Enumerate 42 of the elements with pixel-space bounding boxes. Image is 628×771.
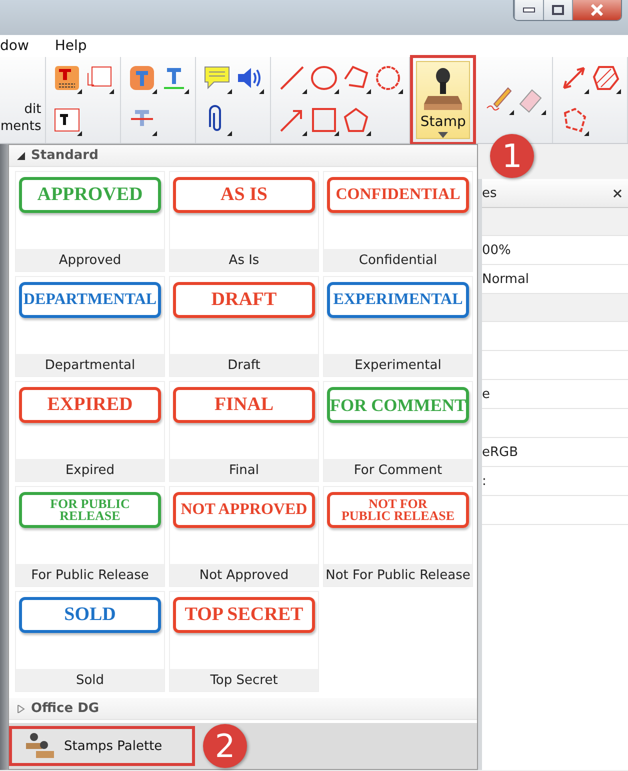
stamp-tile[interactable]: AS IS As Is — [169, 171, 319, 272]
stamp-preview: AS IS — [173, 177, 315, 213]
group-header[interactable]: Office DG — [9, 698, 477, 720]
stamp-tile[interactable]: DEPARTMENTAL Departmental — [15, 276, 165, 377]
property-value: : — [482, 474, 486, 488]
stamp-preview: SOLD — [19, 597, 161, 633]
stamp-tile[interactable]: FINAL Final — [169, 381, 319, 482]
stamp-preview: DRAFT — [173, 282, 315, 318]
panel-title: es — [482, 186, 497, 200]
property-value: Normal — [482, 272, 530, 286]
stamp-tile[interactable]: EXPERIMENTAL Experimental — [323, 276, 473, 377]
menu-item[interactable]: Help — [54, 38, 87, 54]
stamp-tile[interactable]: CONFIDENTIAL Confidential — [323, 171, 473, 272]
stamp-tile[interactable]: EXPIRED Expired — [15, 381, 165, 482]
property-value: e — [482, 386, 490, 402]
edit-button[interactable]: dit ments — [0, 57, 46, 143]
stamps-palette-button[interactable]: Stamps Palette — [9, 726, 195, 766]
callout-badge: 1 — [490, 134, 534, 178]
stamp-preview: NOT APPROVED — [173, 492, 315, 528]
stamp-preview: CONFIDENTIAL — [327, 177, 469, 213]
stamp-preview: EXPERIMENTAL — [327, 282, 469, 318]
stamp-tile[interactable]: TOP SECRET Top Secret — [169, 591, 319, 692]
stamp-preview: FINAL — [173, 387, 315, 423]
stamp-preview: FOR PUBLIC RELEASE — [19, 492, 161, 528]
property-value: 00% — [482, 242, 511, 258]
stamp-tile[interactable]: FOR COMMENT For Comment — [323, 381, 473, 482]
property-value: eRGB — [482, 444, 518, 460]
group-header[interactable]: Standard — [9, 145, 477, 167]
stamp-tile[interactable]: APPROVED Approved — [15, 171, 165, 272]
menu-item[interactable]: dow — [0, 38, 29, 54]
stamp-preview: TOP SECRET — [173, 597, 315, 633]
stamp-preview: DEPARTMENTAL — [19, 282, 161, 318]
stamp-preview: EXPIRED — [19, 387, 161, 423]
stamp-preview: FOR COMMENT — [327, 387, 469, 423]
stamp-tile[interactable]: NOT FOR PUBLIC RELEASE Not For Public Release — [323, 486, 473, 587]
stamp-tile[interactable]: FOR PUBLIC RELEASE For Public Release — [15, 486, 165, 587]
callout-badge: 2 — [203, 724, 247, 768]
stamp-tile[interactable]: DRAFT Draft — [169, 276, 319, 377]
stamp-tile[interactable]: SOLD Sold — [15, 591, 165, 692]
stamp-tile[interactable]: NOT APPROVED Not Approved — [169, 486, 319, 587]
stamp-preview: NOT FOR PUBLIC RELEASE — [327, 492, 469, 528]
stamp-preview: APPROVED — [19, 177, 161, 213]
